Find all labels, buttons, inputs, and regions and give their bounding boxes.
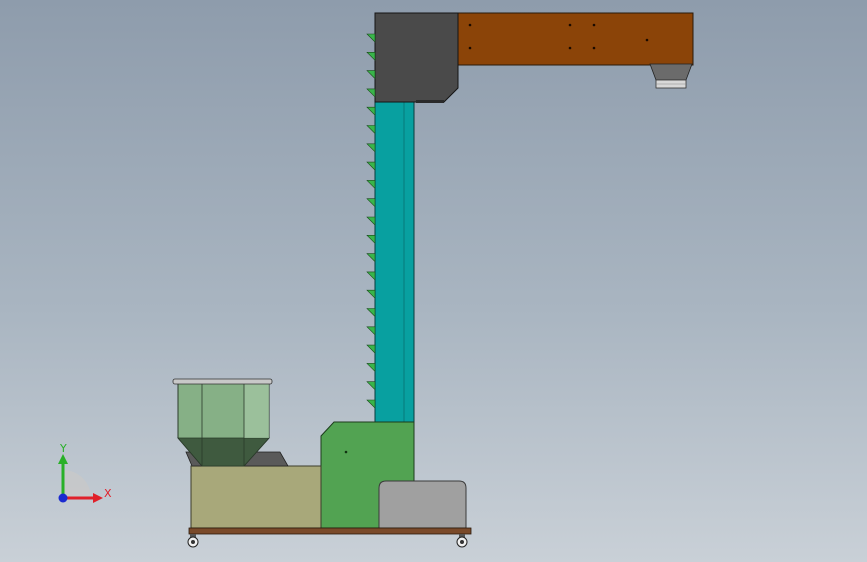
bucket-tooth <box>366 253 376 263</box>
base-bolt <box>344 450 348 454</box>
motor-cover[interactable] <box>378 480 467 529</box>
base-frame <box>188 527 472 535</box>
cad-viewport[interactable]: Y X <box>0 0 867 562</box>
bucket-tooth <box>366 271 376 281</box>
bucket-tooth <box>366 399 376 409</box>
bucket-tooth <box>366 51 376 62</box>
bucket-tooth <box>366 289 376 299</box>
bucket-tooth <box>366 106 376 116</box>
caster-wheel-right <box>456 534 468 548</box>
horizontal-conveyor[interactable] <box>457 12 694 66</box>
bucket-tooth <box>366 161 376 171</box>
feeder-box[interactable] <box>190 465 322 529</box>
bucket-tooth <box>366 125 376 135</box>
y-axis-arrow <box>58 454 68 464</box>
top-head-housing[interactable] <box>374 12 459 103</box>
bucket-tooth <box>366 216 376 226</box>
x-axis-arrow <box>93 493 103 503</box>
axis-triad[interactable]: Y X <box>48 440 118 510</box>
bucket-tooth <box>366 363 376 373</box>
bucket-tooth <box>366 381 376 391</box>
z-axis-dot <box>58 493 68 503</box>
bucket-tooth <box>366 33 376 43</box>
bucket-elevator-model[interactable] <box>0 0 867 562</box>
bucket-tooth <box>366 180 376 190</box>
vertical-column[interactable] <box>374 99 415 426</box>
y-axis-label: Y <box>59 442 67 455</box>
bucket-tooth <box>366 308 376 318</box>
bucket-tooth <box>366 326 376 336</box>
bucket-tooth <box>366 198 376 208</box>
bucket-tooth <box>366 143 376 153</box>
x-axis-label: X <box>104 487 112 500</box>
bucket-tooth <box>366 235 376 245</box>
caster-wheel-left <box>187 534 199 548</box>
bucket-tooth <box>366 70 376 80</box>
bucket-chain <box>366 33 376 409</box>
axis-arc <box>63 470 91 498</box>
discharge-spout[interactable] <box>649 63 693 89</box>
bucket-tooth <box>366 344 376 354</box>
bucket-tooth <box>366 88 376 98</box>
